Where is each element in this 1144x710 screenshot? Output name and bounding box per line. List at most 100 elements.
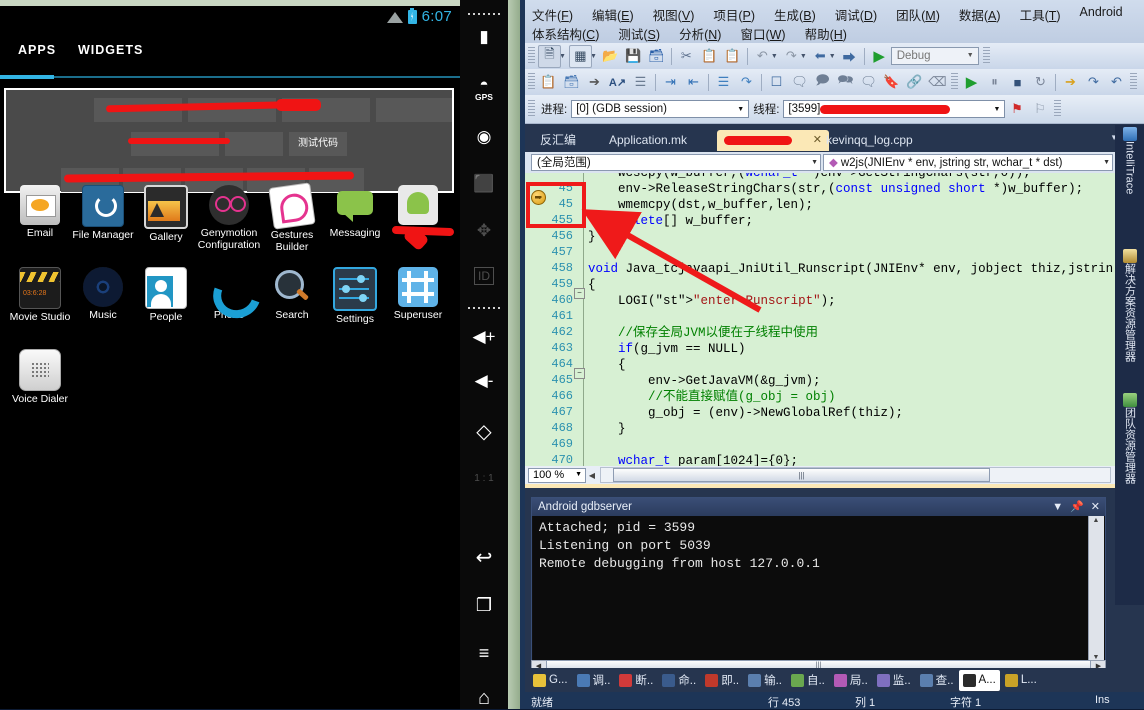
- android-app-grid[interactable]: Email File Manager Gallery: [0, 185, 460, 415]
- font-icon[interactable]: A↗: [607, 72, 628, 93]
- code-line[interactable]: wmemcpy(dst,w_buffer,len);: [588, 197, 813, 213]
- toolbar-grip[interactable]: [528, 73, 535, 91]
- menu-item-2[interactable]: 分析(N): [676, 23, 724, 44]
- volume-up-icon[interactable]: ◀+: [460, 328, 508, 345]
- doc-tab-disassembly[interactable]: 反汇编: [531, 130, 585, 151]
- menu-item-1[interactable]: 测试(S): [615, 23, 663, 44]
- fold-toggle-icon[interactable]: −: [574, 368, 585, 379]
- member-combo[interactable]: ◆ w2js(JNIEnv * env, jstring str, wchar_…: [823, 154, 1113, 171]
- tool-tab-breakpoints[interactable]: 断..: [615, 670, 657, 691]
- callout-1-icon[interactable]: 🗨: [789, 72, 810, 93]
- tool-tab-immediate[interactable]: 即..: [701, 670, 743, 691]
- dock-item-intellitrace[interactable]: IntelliTrace: [1115, 127, 1144, 245]
- toolbar-overflow[interactable]: [1130, 73, 1137, 91]
- code-line[interactable]: {: [588, 277, 596, 293]
- code-line[interactable]: delete[] w_buffer;: [588, 213, 753, 229]
- menu-item-4[interactable]: 帮助(H): [802, 23, 850, 44]
- back-icon[interactable]: ↩: [460, 548, 508, 568]
- scale-one-to-one-icon[interactable]: 1 : 1: [460, 474, 508, 484]
- new-item-icon[interactable]: 🗎: [538, 45, 561, 68]
- dropdown-icon[interactable]: ▼: [1052, 498, 1063, 516]
- cut-icon[interactable]: ✂: [676, 46, 697, 67]
- android-launcher-tabs[interactable]: APPS WIDGETS: [0, 30, 460, 80]
- menu-item-7[interactable]: 数据(A): [956, 4, 1004, 25]
- bookmark-next-icon[interactable]: 🔗: [904, 72, 925, 93]
- start-debugging-icon[interactable]: ▶: [869, 46, 890, 67]
- app-movie-studio[interactable]: 03:6:28 Movie Studio: [8, 267, 72, 324]
- chevron-down-icon[interactable]: ▼: [993, 101, 1004, 118]
- chevron-down-icon[interactable]: ▼: [575, 468, 585, 482]
- code-line[interactable]: void Java_tcjavaapi_JniUtil_Runscript(JN…: [588, 261, 1113, 277]
- menu-item-1[interactable]: 编辑(E): [589, 4, 637, 25]
- hscroll-thumb[interactable]: |||: [613, 468, 990, 482]
- menu-item-9[interactable]: Android: [1077, 4, 1126, 25]
- pin-icon[interactable]: 📌: [1070, 498, 1084, 516]
- code-line[interactable]: }: [588, 421, 626, 437]
- app-voice-dialer[interactable]: Voice Dialer: [8, 349, 72, 406]
- menu-item-5[interactable]: 调试(D): [832, 4, 880, 25]
- app-messaging[interactable]: Messaging: [323, 185, 387, 240]
- app-music[interactable]: Music: [71, 267, 135, 322]
- camera-icon[interactable]: ◉: [460, 128, 508, 145]
- android-gdbserver-panel[interactable]: Android gdbserver ▼ 📌 ✕ Attached; pid = …: [531, 497, 1106, 667]
- app-gallery[interactable]: Gallery: [134, 185, 198, 244]
- undo-icon[interactable]: ↶: [752, 46, 773, 67]
- menu-item-8[interactable]: 工具(T): [1017, 4, 1064, 25]
- popup-cell[interactable]: [225, 132, 283, 156]
- fold-toggle-icon[interactable]: −: [574, 288, 585, 299]
- volume-down-icon[interactable]: ◀-: [460, 372, 508, 389]
- tool-tab-find[interactable]: 查..: [916, 670, 958, 691]
- dpad-icon[interactable]: ✥: [460, 222, 508, 239]
- step-over-icon[interactable]: ➔: [1060, 72, 1081, 93]
- tab-apps[interactable]: APPS: [18, 43, 56, 57]
- recents-icon[interactable]: ❐: [460, 596, 508, 614]
- continue-icon[interactable]: ▶: [961, 72, 982, 93]
- menu-item-2[interactable]: 视图(V): [650, 4, 698, 25]
- toolbar-overflow[interactable]: [983, 47, 990, 65]
- genymotion-toolbar[interactable]: ▮ ◓GPS ◉ ⬛ ✥ ID ◀+ ◀- ◇ 1 : 1 ↩ ❐ ≡ ⌂: [460, 0, 508, 709]
- display-all-files-icon[interactable]: 📋: [538, 72, 559, 93]
- menu-item-3[interactable]: 项目(P): [710, 4, 758, 25]
- toolbar-grip[interactable]: [951, 73, 958, 91]
- navigate-forward-icon[interactable]: ⮕: [839, 46, 860, 67]
- code-line[interactable]: if(g_jvm == NULL): [588, 341, 746, 357]
- menu-icon[interactable]: ≡: [460, 644, 508, 662]
- bookmark-icon[interactable]: 🔖: [881, 72, 902, 93]
- tool-window-tab-strip[interactable]: G...调..断..命..即..输..自..局..监..查..A...L...: [525, 668, 1144, 692]
- editor-horizontal-scrollbar[interactable]: 100 % ▼ ◀ ||| ▶: [525, 466, 1125, 484]
- menu-item-0[interactable]: 体系结构(C): [529, 23, 602, 44]
- save-all-icon[interactable]: 🗃: [646, 46, 667, 67]
- dock-item-solution-explorer[interactable]: 解决方案资源管理器: [1115, 249, 1144, 389]
- chevron-down-icon[interactable]: ▼: [1103, 155, 1110, 171]
- menu-bar[interactable]: 文件(F)编辑(E)视图(V)项目(P)生成(B)调试(D)团队(M)数据(A)…: [525, 0, 1144, 43]
- debug-toolbar[interactable]: 📋 🗃 ➔ A↗ ☰ ⇥ ⇤ ☰ ↷ ☐ 🗨 🗩 🗪 🗨 🔖 🔗 ⌫ ▶ ⏸ ■…: [525, 69, 1144, 96]
- code-line[interactable]: LOGI("st">"enter Runscript");: [588, 293, 836, 309]
- navigate-backward-icon[interactable]: ⬅: [810, 46, 831, 67]
- popup-cell[interactable]: [131, 132, 219, 156]
- new-project-icon[interactable]: ▦: [569, 45, 592, 68]
- indent-icon[interactable]: ⇥: [660, 72, 681, 93]
- app-superuser[interactable]: Superuser: [386, 267, 450, 322]
- code-line[interactable]: g_obj = (env)->NewGlobalRef(thiz);: [588, 405, 903, 421]
- callout-3-icon[interactable]: 🗪: [835, 72, 856, 93]
- pointer-icon[interactable]: ➔: [584, 72, 605, 93]
- android-emulator-screen[interactable]: 6:07 APPS WIDGETS 测试代码: [0, 0, 460, 709]
- scope-combo[interactable]: (全局范围) ▼: [531, 154, 821, 171]
- uncomment-icon[interactable]: ↷: [736, 72, 757, 93]
- video-recorder-icon[interactable]: ⬛: [460, 175, 508, 192]
- gdb-vertical-scrollbar[interactable]: ▲ ▼: [1088, 516, 1104, 666]
- standard-toolbar[interactable]: 🗎 ▼ ▦ ▼ 📂 💾 🗃 ✂ 📋 📋 ↶ ▼ ↷ ▼ ⬅ ▼ ⮕ ▶ Debu…: [525, 43, 1144, 70]
- tool-tab-android-gdbserver[interactable]: A...: [959, 670, 1000, 691]
- app-gestures-builder[interactable]: Gestures Builder: [260, 185, 324, 253]
- app-settings[interactable]: Settings: [323, 267, 387, 326]
- battery-widget-icon[interactable]: ▮: [460, 28, 508, 45]
- code-line[interactable]: {: [588, 357, 626, 373]
- app-people[interactable]: People: [134, 267, 198, 324]
- menu-item-6[interactable]: 团队(M): [893, 4, 943, 25]
- thread-combo[interactable]: [3599] ▼: [783, 100, 1005, 118]
- code-editor[interactable]: wcscpy(w_buffer,(wchar_t *)env->GetStrin…: [525, 173, 1125, 466]
- save-icon[interactable]: 💾: [623, 46, 644, 67]
- chevron-down-icon[interactable]: ▼: [737, 101, 748, 118]
- app-phone[interactable]: Phone: [197, 267, 261, 322]
- chevron-down-icon[interactable]: ▼: [967, 47, 978, 65]
